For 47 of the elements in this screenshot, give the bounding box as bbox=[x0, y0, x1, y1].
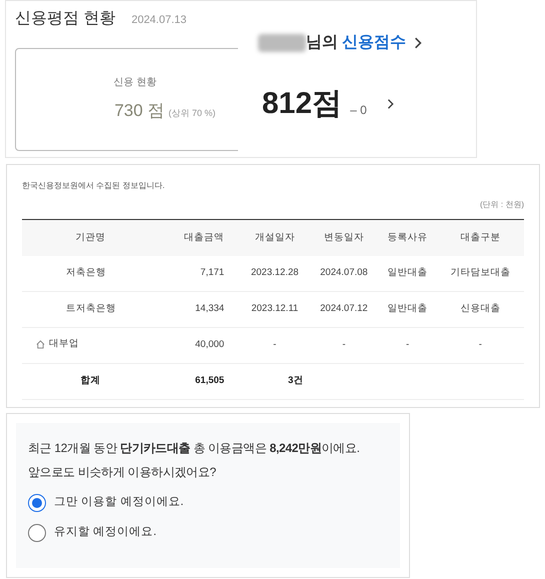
column-header: 등록사유 bbox=[388, 232, 428, 243]
name-suffix: 님의 bbox=[306, 33, 338, 53]
table-cell: - bbox=[342, 339, 346, 350]
table-cell: 2024.07.12 bbox=[320, 303, 368, 314]
date-text: 2024.07.13 bbox=[131, 13, 187, 28]
table-cell: 40,000 bbox=[195, 339, 224, 350]
table-cell: 저축은행 bbox=[66, 267, 106, 278]
chevron-icon[interactable] bbox=[386, 96, 394, 110]
redacted-name bbox=[258, 34, 306, 52]
credit-score-value: 812점 bbox=[262, 86, 342, 122]
column-header: 개설일자 bbox=[254, 232, 295, 243]
option-label[interactable]: 그만 이용할 예정이에요. bbox=[54, 494, 184, 512]
table-cell: - bbox=[406, 339, 410, 350]
table-cell: 7,171 bbox=[200, 267, 224, 278]
column-header: 기관명 bbox=[75, 232, 106, 243]
table-cell: 2023.12.28 bbox=[250, 267, 299, 278]
table-cell: 2023.12.11 bbox=[251, 303, 298, 314]
table-cell: 일반대출 bbox=[388, 267, 428, 278]
chevron-icon[interactable] bbox=[414, 36, 422, 50]
total-cell: 합계 bbox=[80, 375, 100, 386]
percentile-text: (상위 70 %) bbox=[168, 107, 216, 120]
info-note: 한국신용정보원에서 수집된 정보입니다. bbox=[22, 180, 166, 192]
table-cell: 2024.07.08 bbox=[320, 267, 368, 278]
table-cell: - bbox=[478, 339, 482, 350]
survey-question: 최근 12개월 동안 단기카드대출 총 이용금액은 8,242만원이에요. 앞으로도 비슷하게 이용하시겠어요? bbox=[28, 440, 360, 481]
table-cell: 대부업 bbox=[49, 337, 79, 352]
card-label: 신용 현황 bbox=[114, 76, 156, 90]
table-cell: 일반대출 bbox=[388, 303, 428, 314]
home-icon bbox=[36, 340, 45, 349]
score-change: – 0 bbox=[350, 102, 367, 118]
table-cell: 트저축은행 bbox=[66, 303, 116, 314]
table-cell: - bbox=[273, 339, 276, 350]
unit-note: (단위 : 천원) bbox=[480, 199, 524, 211]
table-cell: 기타담보대출 bbox=[450, 267, 510, 278]
column-header: 변동일자 bbox=[324, 232, 364, 243]
radio-button[interactable] bbox=[28, 524, 46, 542]
credit-score-link[interactable]: 신용점수 bbox=[342, 31, 406, 55]
table-cell: 14,334 bbox=[195, 303, 224, 314]
score-text: 730 점 bbox=[114, 100, 165, 122]
column-header: 대출구분 bbox=[460, 232, 500, 243]
table-cell: 신용대출 bbox=[460, 303, 500, 314]
total-cell: 61,505 bbox=[195, 375, 224, 386]
radio-button[interactable] bbox=[28, 494, 46, 512]
panel-title: 신용평점 현황 bbox=[15, 9, 116, 29]
option-label[interactable]: 유지할 예정이에요. bbox=[54, 524, 156, 542]
total-cell: 3건 bbox=[288, 375, 304, 386]
column-header: 대출금액 bbox=[184, 232, 224, 243]
